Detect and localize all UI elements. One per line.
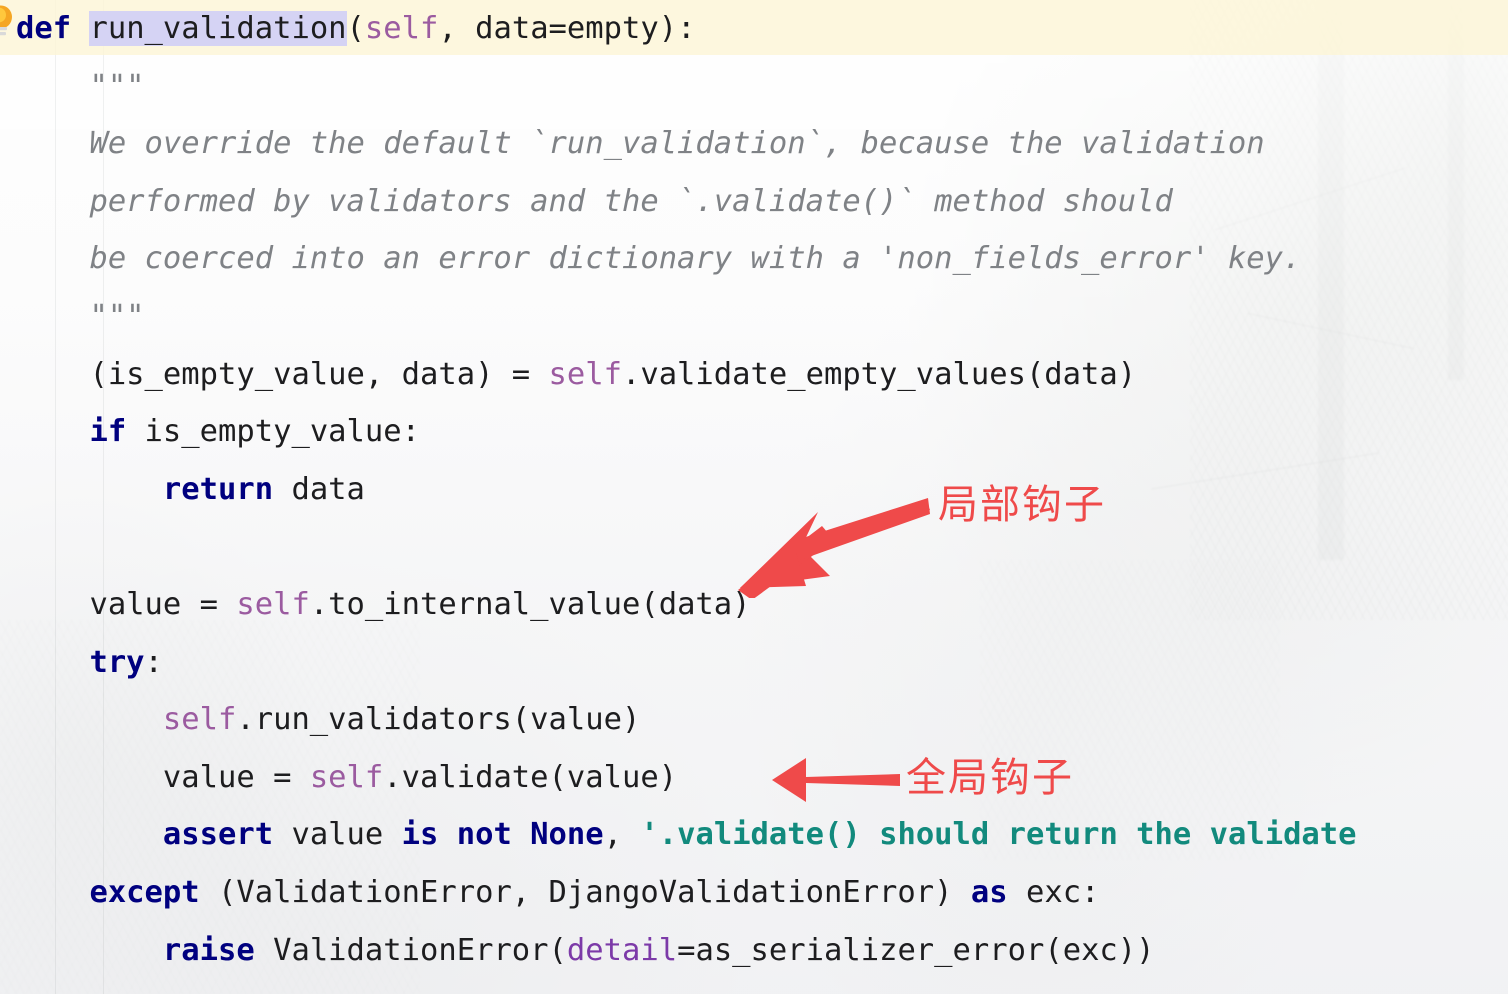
token-kwarg: detail bbox=[566, 932, 678, 968]
code-line-docstring-close: """ bbox=[0, 288, 1508, 346]
token-plain: ValidationError( bbox=[254, 932, 567, 968]
code-line-value-validate: value = self.validate(value) bbox=[0, 749, 1508, 807]
code-line-run-validators: self.run_validators(value) bbox=[0, 691, 1508, 749]
token-plain: value = bbox=[16, 586, 237, 622]
token-doc: performed by validators and the `.valida… bbox=[16, 183, 1173, 219]
code-line-docstring-open: """ bbox=[0, 58, 1508, 116]
code-line-return-data: return data bbox=[0, 461, 1508, 519]
token-doc: """ bbox=[16, 298, 145, 334]
token-kw: try bbox=[89, 644, 145, 680]
code-content[interactable]: def run_validation(self, data=empty): ""… bbox=[0, 0, 1508, 979]
token-kw: return bbox=[162, 471, 274, 507]
token-self: self bbox=[548, 356, 622, 392]
token-kw: as bbox=[970, 874, 1008, 910]
token-self: self bbox=[364, 11, 439, 46]
code-line-assert-not-none: assert value is not None, '.validate() s… bbox=[0, 806, 1508, 864]
code-line-docstring-line-1: We override the default `run_validation`… bbox=[0, 115, 1508, 173]
code-line-try: try: bbox=[0, 634, 1508, 692]
token-plain: , data=empty): bbox=[438, 11, 696, 46]
token-self: self bbox=[236, 586, 310, 622]
token-self: self bbox=[162, 702, 237, 738]
code-line-if-is-empty-value: if is_empty_value: bbox=[0, 403, 1508, 461]
token-plain: : bbox=[144, 644, 163, 680]
token-sel: run_validation bbox=[89, 11, 347, 46]
code-editor[interactable]: def run_validation(self, data=empty): ""… bbox=[0, 0, 1508, 994]
token-doc: """ bbox=[16, 68, 145, 104]
code-line-raise-validation-error: raise ValidationError(detail=as_serializ… bbox=[0, 922, 1508, 980]
token-plain: (is_empty_value, data) = bbox=[16, 356, 549, 392]
token-plain: , bbox=[603, 817, 641, 853]
token-plain: ( bbox=[346, 11, 365, 46]
token-kw: assert bbox=[162, 817, 274, 853]
token-self: self bbox=[309, 759, 384, 795]
code-line-except-clause: except (ValidationError, DjangoValidatio… bbox=[0, 864, 1508, 922]
token-plain: data bbox=[273, 471, 365, 507]
token-kw: raise bbox=[162, 932, 255, 968]
code-line-docstring-line-3: be coerced into an error dictionary with… bbox=[0, 230, 1508, 288]
token-plain: .validate_empty_values(data) bbox=[621, 356, 1137, 392]
token-plain: exc: bbox=[1007, 874, 1100, 910]
token-kw: def bbox=[16, 11, 72, 46]
token-plain: is_empty_value: bbox=[126, 414, 420, 450]
token-plain: .to_internal_value(data) bbox=[309, 586, 751, 622]
code-line-to-internal-value: value = self.to_internal_value(data) bbox=[0, 576, 1508, 634]
token-kw: if bbox=[89, 414, 127, 450]
token-plain: value = bbox=[16, 759, 310, 795]
code-line-blank-1 bbox=[0, 518, 1508, 576]
token-str: '.validate() should return the validate bbox=[640, 817, 1357, 853]
annotation-label-local-hook: 局部钩子 bbox=[938, 482, 1106, 528]
code-line-def-signature: def run_validation(self, data=empty): bbox=[0, 0, 1508, 58]
token-kw: except bbox=[89, 874, 200, 910]
token-doc: be coerced into an error dictionary with… bbox=[16, 241, 1302, 277]
token-doc: We override the default `run_validation`… bbox=[16, 126, 1265, 162]
token-plain: .validate(value) bbox=[383, 759, 678, 795]
token-plain: value bbox=[273, 817, 402, 853]
token-kw: is not None bbox=[401, 817, 604, 853]
annotation-label-global-hook: 全局钩子 bbox=[906, 755, 1074, 801]
token-plain: .run_validators(value) bbox=[236, 702, 641, 738]
code-line-docstring-line-2: performed by validators and the `.valida… bbox=[0, 173, 1508, 231]
token-plain: =as_serializer_error(exc)) bbox=[677, 932, 1155, 968]
code-line-validate-empty-values: (is_empty_value, data) = self.validate_e… bbox=[0, 346, 1508, 404]
token-plain: (ValidationError, DjangoValidationError) bbox=[199, 874, 971, 910]
